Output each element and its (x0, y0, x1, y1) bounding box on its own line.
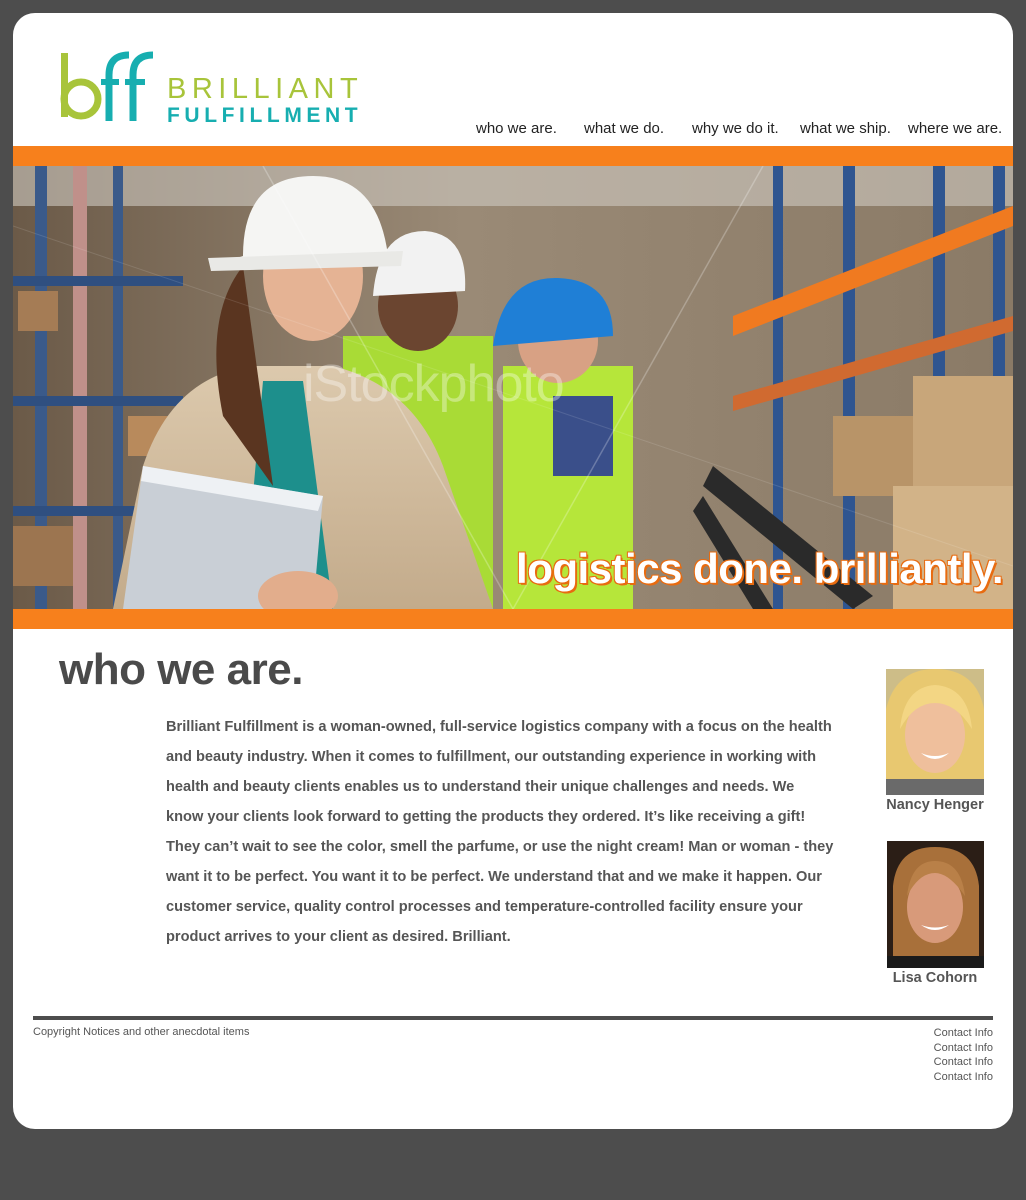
nav-why-we-do-it[interactable]: why we do it. (692, 120, 779, 137)
nav-where-we-are[interactable]: where we are. (908, 120, 1002, 137)
lisa-cohorn-photo[interactable] (886, 841, 984, 968)
person-card: Lisa Cohorn (875, 841, 995, 986)
about-paragraph: Brilliant Fulfillment is a woman-owned, … (166, 719, 834, 945)
contact-info-link[interactable]: Contact Info (934, 1041, 993, 1056)
stock-watermark: iStockphoto (303, 355, 565, 413)
nav-what-we-do[interactable]: what we do. (584, 120, 664, 137)
contact-links: Contact Info Contact Info Contact Info C… (934, 1026, 993, 1084)
hero-tagline: logistics done. brilliantly. (516, 545, 1003, 592)
hero-banner: iStockphoto logistics done. brilliantly. (13, 166, 1013, 609)
brand-name-line1: BRILLIANT (167, 73, 364, 105)
nancy-henger-photo[interactable] (886, 669, 984, 795)
page-card: BRILLIANT FULFILLMENT who we are. what w… (13, 13, 1013, 1129)
person-card: Nancy Henger (875, 669, 995, 813)
copyright-text: Copyright Notices and other anecdotal it… (33, 1026, 250, 1038)
brand-logo[interactable]: BRILLIANT FULFILLMENT (59, 49, 399, 139)
top-orange-bar (13, 146, 1013, 166)
contact-info-link[interactable]: Contact Info (934, 1026, 993, 1041)
nav-what-we-ship[interactable]: what we ship. (800, 120, 891, 137)
person-name: Nancy Henger (886, 797, 984, 813)
page-title: who we are. (59, 645, 303, 694)
person-name: Lisa Cohorn (892, 970, 978, 986)
bff-logo-icon (60, 51, 154, 121)
contact-info-link[interactable]: Contact Info (934, 1070, 993, 1085)
bottom-orange-bar (13, 609, 1013, 629)
footer-divider (33, 1016, 993, 1020)
contact-info-link[interactable]: Contact Info (934, 1055, 993, 1070)
main-nav: who we are. what we do. why we do it. wh… (473, 120, 1013, 144)
nav-who-we-are[interactable]: who we are. (476, 120, 557, 137)
brand-name-line2: FULFILLMENT (167, 104, 363, 127)
